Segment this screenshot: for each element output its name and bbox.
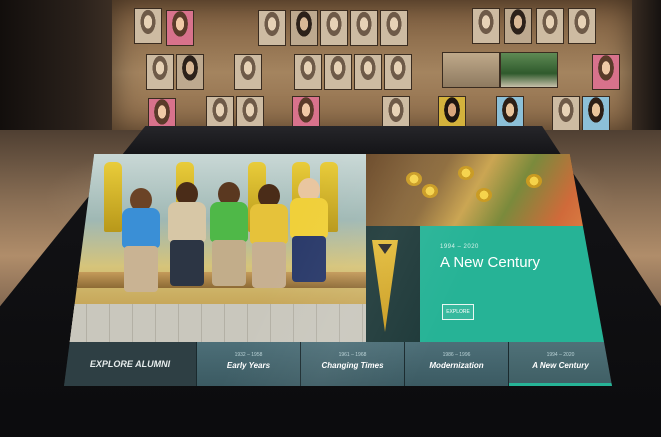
portrait (350, 10, 378, 46)
tab-label: Changing Times (321, 361, 384, 370)
portrait (234, 54, 262, 90)
explore-alumni-button[interactable]: EXPLORE ALUMNI (64, 342, 196, 386)
tab-early-years[interactable]: 1932 – 1958 Early Years (196, 342, 300, 386)
students-photo (64, 154, 366, 342)
portrait (380, 10, 408, 46)
floor-tiles (64, 304, 366, 342)
alumni-photo-wall (112, 0, 632, 134)
flower (476, 188, 492, 202)
tab-label: Early Years (226, 361, 271, 370)
team-photo (500, 52, 558, 88)
explore-button[interactable]: EXPLORE (442, 304, 474, 320)
touch-screen[interactable]: 1994 – 2020 A New Century EXPLORE EXPLOR… (64, 154, 612, 386)
portrait (536, 8, 564, 44)
tab-label: A New Century (532, 361, 589, 370)
tab-modernization[interactable]: 1986 – 1996 Modernization (404, 342, 508, 386)
era-years: 1994 – 2020 (440, 244, 479, 250)
portrait (258, 10, 286, 46)
portrait (472, 8, 500, 44)
group-photo (442, 52, 500, 88)
tab-years: 1994 – 2020 (546, 352, 575, 358)
tab-changing-times[interactable]: 1961 – 1968 Changing Times (300, 342, 404, 386)
flower (422, 184, 438, 198)
portrait (166, 10, 194, 46)
portrait (582, 96, 610, 132)
portrait (592, 54, 620, 90)
portrait (134, 8, 162, 44)
flower (458, 166, 474, 180)
portrait (176, 54, 204, 90)
portrait (324, 54, 352, 90)
portrait (568, 8, 596, 44)
tab-years: 1986 – 1996 (442, 352, 471, 358)
era-navigation: EXPLORE ALUMNI 1932 – 1958 Early Years 1… (64, 342, 612, 386)
locker (104, 162, 122, 232)
portrait (146, 54, 174, 90)
portrait (294, 54, 322, 90)
portrait (552, 96, 580, 132)
portrait (384, 54, 412, 90)
portrait (504, 8, 532, 44)
tab-a-new-century[interactable]: 1994 – 2020 A New Century (508, 342, 612, 386)
tab-label: Modernization (429, 361, 484, 370)
tab-years: 1961 – 1968 (338, 352, 367, 358)
portrait (320, 10, 348, 46)
flower (406, 172, 422, 186)
era-title: A New Century (440, 254, 541, 271)
tab-years: 1932 – 1958 (234, 352, 263, 358)
right-wall (629, 0, 661, 150)
portrait (354, 54, 382, 90)
portrait (290, 10, 318, 46)
flower (526, 174, 542, 188)
